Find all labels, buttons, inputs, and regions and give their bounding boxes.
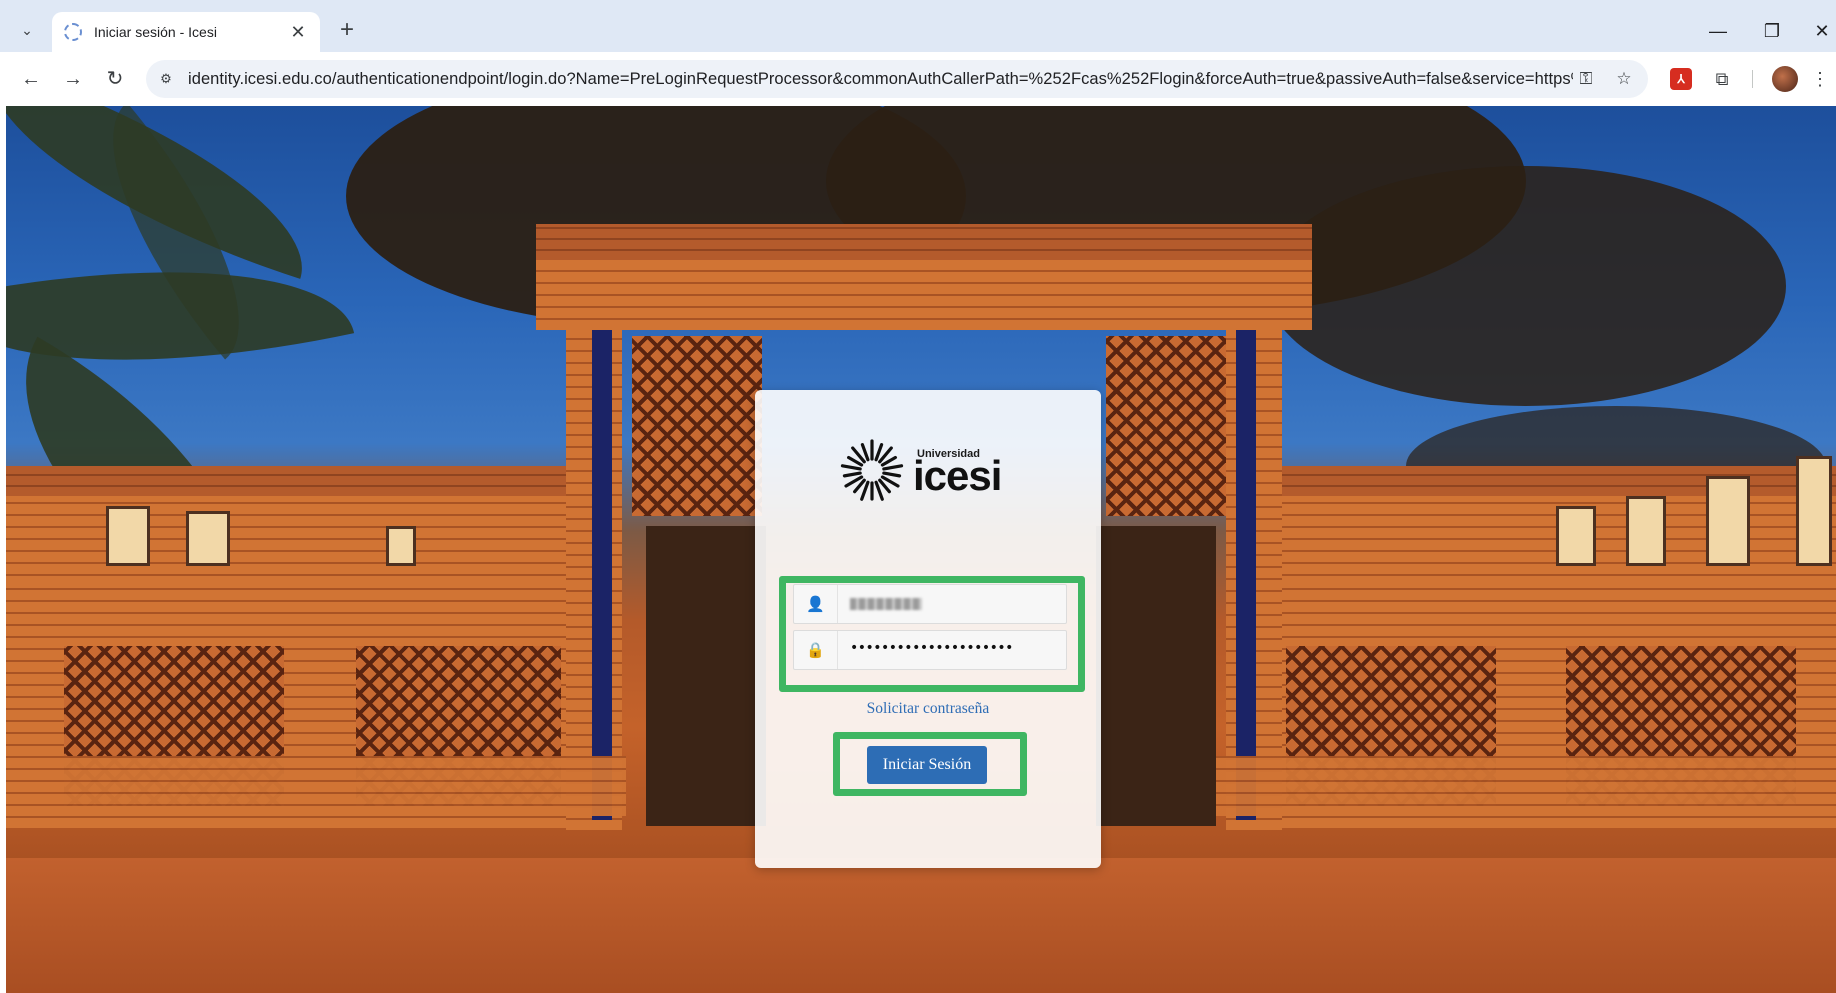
browser-tab[interactable]: Iniciar sesión - Icesi ✕ bbox=[52, 12, 320, 52]
forward-arrow-icon[interactable]: → bbox=[58, 64, 88, 94]
profile-avatar[interactable] bbox=[1772, 66, 1798, 92]
toolbar-divider bbox=[1752, 70, 1753, 88]
tab-favicon-icon bbox=[64, 23, 82, 41]
kebab-menu-icon[interactable]: ⋮ bbox=[1806, 65, 1834, 93]
extensions-puzzle-icon[interactable]: ⧉ bbox=[1708, 65, 1736, 93]
new-tab-icon[interactable]: + bbox=[332, 16, 362, 46]
username-field[interactable]: 👤 bbox=[793, 584, 1067, 624]
logo-name: icesi bbox=[913, 452, 1002, 499]
lock-icon: 🔒 bbox=[794, 631, 838, 669]
tab-close-icon[interactable]: ✕ bbox=[288, 22, 308, 43]
password-field[interactable]: 🔒 ••••••••••••••••••••• bbox=[793, 630, 1067, 670]
forgot-password-link[interactable]: Solicitar contraseña bbox=[755, 700, 1101, 718]
tab-title: Iniciar sesión - Icesi bbox=[94, 24, 217, 40]
key-icon[interactable]: ⚿ bbox=[1574, 67, 1598, 91]
restore-icon[interactable]: ❐ bbox=[1752, 16, 1792, 46]
icesi-sunburst-logo-icon bbox=[840, 439, 904, 501]
page-viewport: Universidad icesi 👤 🔒 ••••••••••••••••••… bbox=[6, 106, 1836, 993]
back-arrow-icon[interactable]: ← bbox=[16, 64, 46, 94]
password-value: ••••••••••••••••••••• bbox=[850, 640, 1013, 656]
site-info-icon[interactable]: ⚙ bbox=[156, 69, 176, 89]
login-card: Universidad icesi 👤 🔒 ••••••••••••••••••… bbox=[755, 390, 1101, 868]
minimize-icon[interactable]: — bbox=[1698, 16, 1738, 46]
browser-toolbar: ← → ↻ ⚙ identity.icesi.edu.co/authentica… bbox=[0, 52, 1836, 106]
tab-strip: ⌄ Iniciar sesión - Icesi ✕ + — ❐ ✕ bbox=[0, 6, 1836, 52]
url-text[interactable]: identity.icesi.edu.co/authenticationendp… bbox=[188, 70, 1573, 89]
username-value-redacted bbox=[850, 598, 922, 610]
reload-icon[interactable]: ↻ bbox=[100, 64, 130, 94]
address-bar[interactable]: ⚙ identity.icesi.edu.co/authenticationen… bbox=[146, 60, 1648, 98]
icesi-logo: Universidad icesi bbox=[839, 438, 1023, 502]
user-icon: 👤 bbox=[794, 585, 838, 623]
tab-search-icon[interactable]: ⌄ bbox=[12, 15, 42, 45]
acrobat-icon[interactable]: ⅄ bbox=[1670, 68, 1692, 90]
login-submit-button[interactable]: Iniciar Sesión bbox=[867, 746, 987, 784]
bookmark-star-icon[interactable]: ☆ bbox=[1612, 67, 1636, 91]
window-close-icon[interactable]: ✕ bbox=[1802, 16, 1836, 46]
browser-chrome: ⌄ Iniciar sesión - Icesi ✕ + — ❐ ✕ ← → ↻… bbox=[0, 0, 1836, 106]
